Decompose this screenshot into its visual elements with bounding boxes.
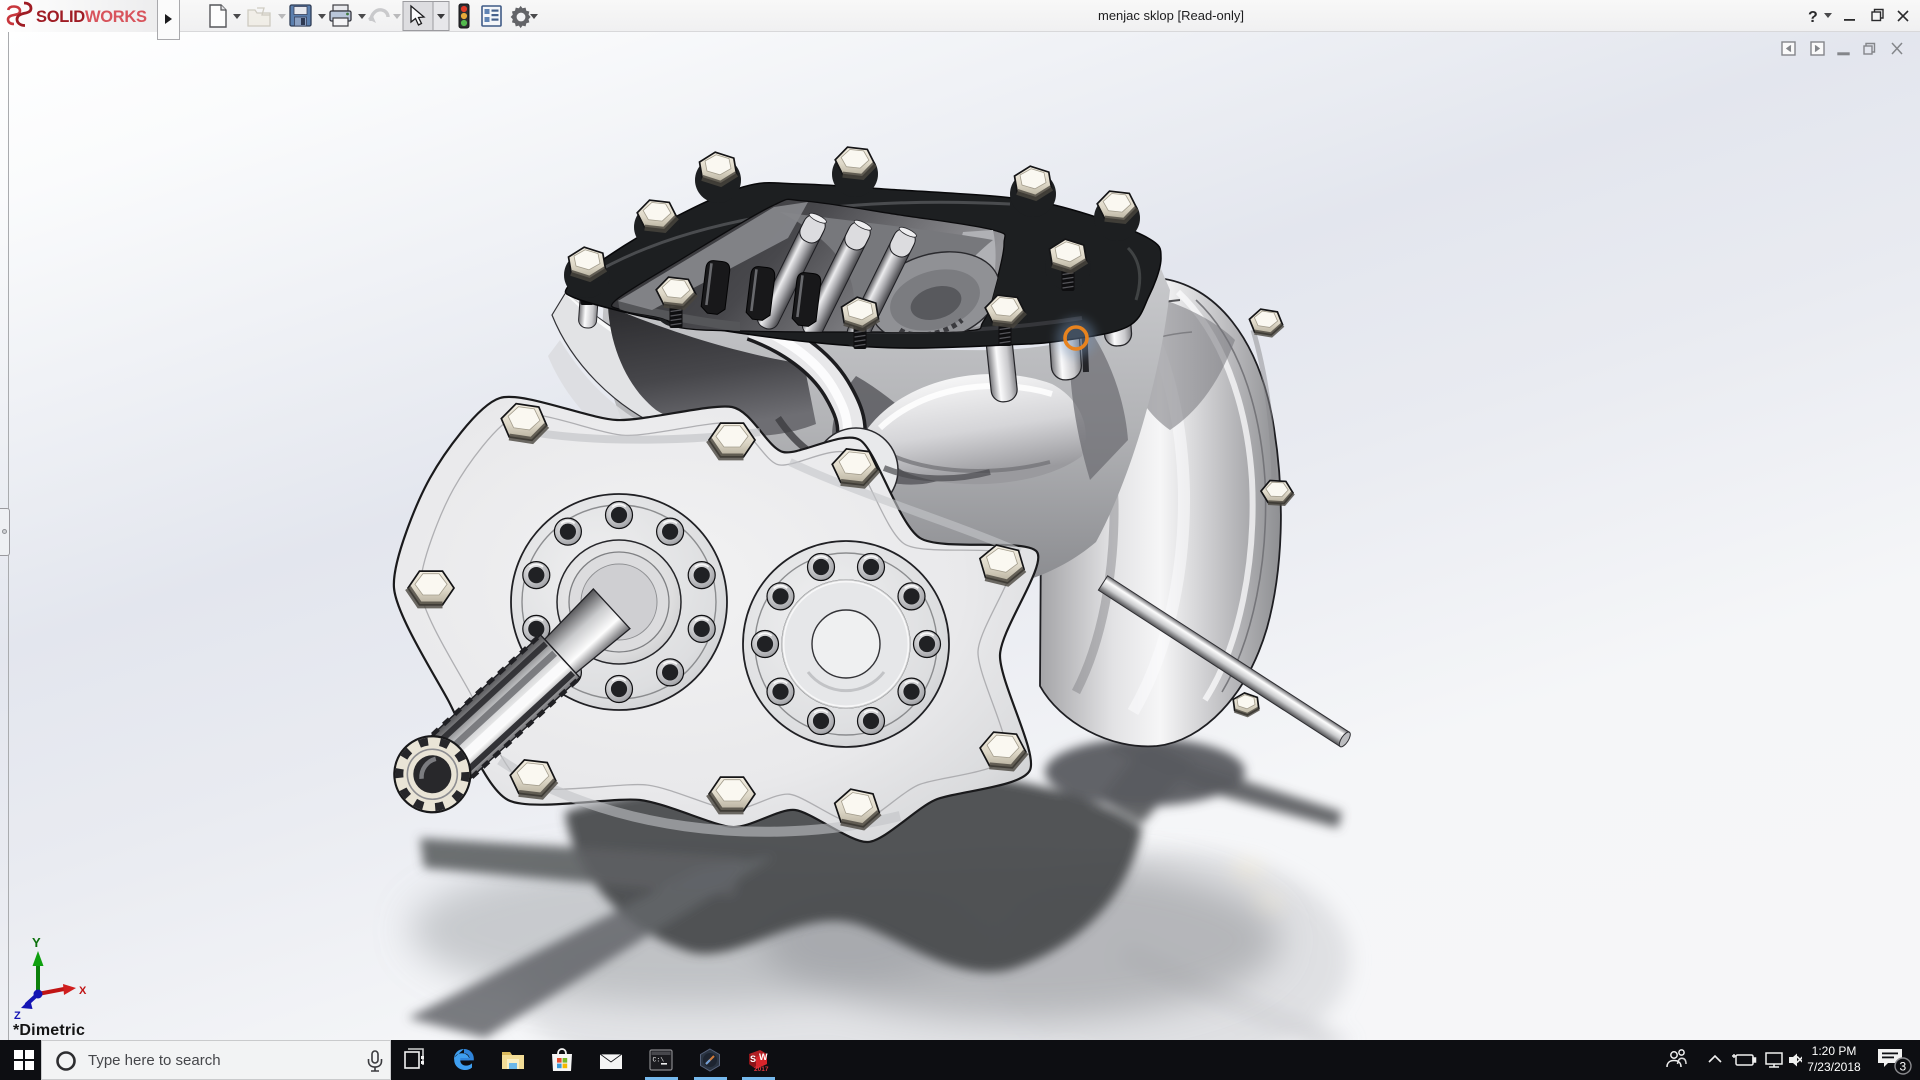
svg-text:?: ? [1808, 9, 1818, 26]
svg-text:S: S [750, 1054, 756, 1064]
svg-text:C:\: C:\ [653, 1057, 665, 1064]
svg-text:SOLID: SOLID [36, 8, 85, 26]
svg-text:Z: Z [14, 1010, 21, 1022]
svg-text:2017: 2017 [754, 1066, 769, 1072]
svg-text:3: 3 [1900, 1060, 1907, 1074]
svg-text:Y: Y [32, 935, 41, 950]
svg-text:X: X [79, 985, 87, 997]
svg-text:W: W [759, 1052, 768, 1062]
svg-text:WORKS: WORKS [85, 8, 147, 26]
